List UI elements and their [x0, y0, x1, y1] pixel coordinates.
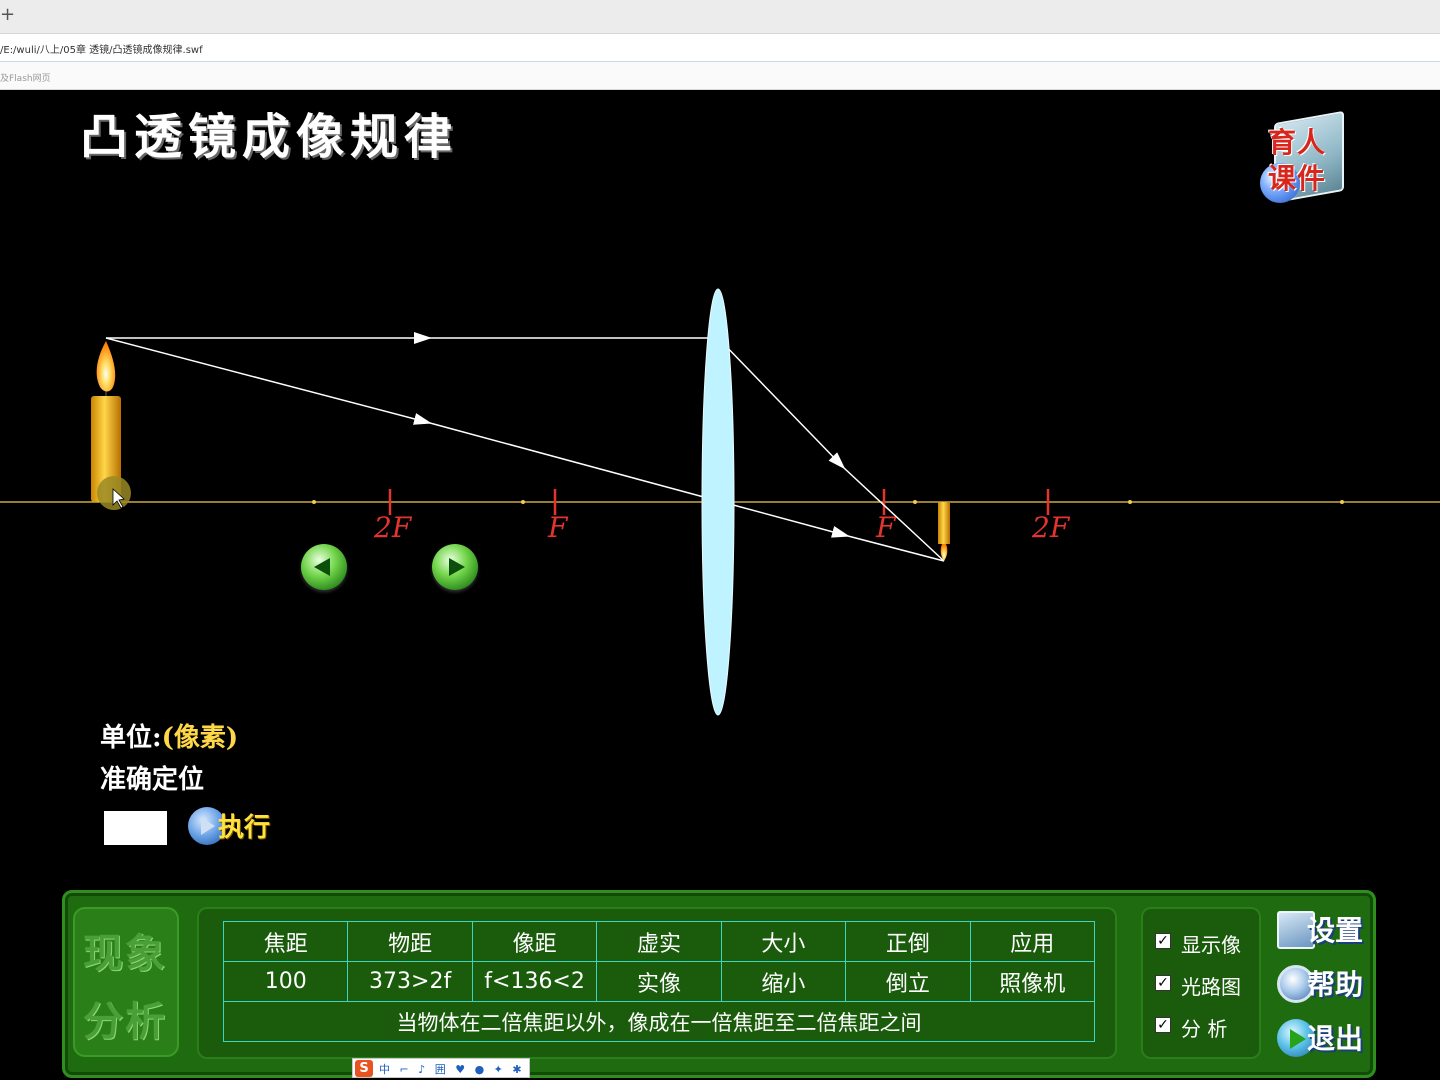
value-application: 照像机	[969, 961, 1096, 1002]
value-real-virtual: 实像	[596, 961, 722, 1002]
note-row: 当物体在二倍焦距以外，像成在一倍焦距至二倍焦距之间	[223, 1001, 1095, 1042]
ime-toolbar-icons[interactable]: 中 ⌐ ♪ 囲 ♥ ● ✦ ✱	[379, 1061, 525, 1077]
left-2f-label: 2F	[373, 511, 413, 544]
value-image-distance: f<136<2	[471, 961, 598, 1002]
center-ray	[429, 422, 850, 538]
header-orientation: 正倒	[845, 921, 971, 962]
analysis-panel: 现象 分析 焦距 物距 像距 虚实 大小 正倒 应用 100 373>2f f<…	[62, 890, 1376, 1078]
address-url[interactable]: /E:/wuli/八上/05章 透镜/凸透镜成像规律.swf	[0, 41, 203, 56]
left-arrow-icon	[314, 558, 330, 576]
move-left-button[interactable]	[301, 544, 347, 590]
page-title: 凸透镜成像规律	[80, 109, 459, 165]
checkbox-show-image[interactable]: ✓	[1155, 933, 1171, 949]
center-ray-arrow	[105, 337, 432, 425]
right-2f-label: 2F	[1031, 511, 1071, 544]
header-focal-length: 焦距	[222, 921, 349, 962]
precise-position-label: 准确定位	[100, 765, 205, 795]
header-image-distance: 像距	[471, 921, 598, 962]
refracted-ray	[843, 467, 945, 562]
phenomenon-analysis-label: 现象 分析	[73, 907, 179, 1057]
ray-diagram	[105, 332, 945, 562]
header-object-distance: 物距	[347, 921, 473, 962]
position-input[interactable]	[104, 811, 167, 845]
bookmark-item[interactable]: 及Flash网页	[0, 71, 51, 84]
value-size: 缩小	[720, 961, 847, 1002]
analysis-note: 当物体在二倍焦距以外，像成在一倍焦距至二倍焦距之间	[223, 1001, 1095, 1042]
settings-label: 设置	[1307, 914, 1364, 947]
header-row: 焦距 物距 像距 虚实 大小 正倒 应用	[222, 921, 1096, 962]
value-row: 100 373>2f f<136<2 实像 缩小 倒立 照像机	[222, 961, 1096, 1002]
right-arrow-icon	[449, 558, 465, 576]
sogou-icon[interactable]: S	[355, 1060, 373, 1077]
logo-text-2: 课件	[1268, 162, 1327, 195]
refracted-ray-arrow	[717, 337, 846, 470]
unit-value: (像素)	[161, 723, 239, 753]
unit-row: 单位:(像素)	[100, 717, 238, 754]
checkbox-ray-diagram[interactable]: ✓	[1155, 975, 1171, 991]
candle-object	[91, 341, 131, 510]
header-application: 应用	[969, 921, 1096, 962]
option-analysis-label: 分 析	[1181, 1017, 1228, 1041]
header-size: 大小	[720, 921, 847, 962]
execute-button[interactable]: 执行	[188, 805, 288, 849]
ime-toolbar[interactable]: S 中 ⌐ ♪ 囲 ♥ ● ✦ ✱	[352, 1058, 530, 1078]
phenomenon-label-line1: 现象	[83, 930, 167, 977]
value-orientation: 倒立	[845, 961, 971, 1002]
header-real-virtual: 虚实	[596, 921, 722, 962]
analysis-table-frame: 焦距 物距 像距 虚实 大小 正倒 应用 100 373>2f f<136<2 …	[197, 907, 1117, 1059]
help-label: 帮助	[1307, 968, 1364, 1001]
option-ray-diagram-label: 光路图	[1181, 975, 1241, 999]
exit-label: 退出	[1307, 1022, 1364, 1055]
browser-tab-bar: +	[0, 0, 1440, 34]
flash-stage: 2F F F 2F 凸透镜成像规律 育人 课件 单位:(像素) 准确定位 执行 …	[0, 91, 1440, 1080]
unit-label: 单位:	[100, 723, 162, 753]
right-f-label: F	[875, 511, 897, 544]
publisher-logo: 育人 课件	[1258, 110, 1350, 209]
exit-button[interactable]: 退出	[1277, 1013, 1373, 1061]
execute-label: 执行	[218, 813, 271, 843]
move-right-button[interactable]	[432, 544, 478, 590]
convex-lens	[701, 288, 735, 716]
option-show-image-label: 显示像	[1181, 933, 1241, 957]
display-options: ✓ 显示像 ✓ 光路图 ✓ 分 析	[1141, 907, 1261, 1059]
analysis-table: 焦距 物距 像距 虚实 大小 正倒 应用 100 373>2f f<136<2 …	[222, 921, 1096, 1042]
help-button[interactable]: 帮助	[1277, 959, 1373, 1007]
new-tab-icon[interactable]: +	[0, 4, 15, 25]
value-object-distance: 373>2f	[347, 961, 473, 1002]
inverted-image	[938, 502, 950, 561]
address-bar[interactable]: /E:/wuli/八上/05章 透镜/凸透镜成像规律.swf	[0, 34, 1440, 62]
logo-text-1: 育人	[1268, 126, 1327, 159]
bookmark-bar: 及Flash网页	[0, 62, 1440, 90]
value-focal-length: 100	[222, 961, 349, 1002]
settings-button[interactable]: 设置	[1277, 905, 1373, 953]
left-f-label: F	[547, 511, 569, 544]
checkbox-analysis[interactable]: ✓	[1155, 1017, 1171, 1033]
phenomenon-label-line2: 分析	[83, 998, 167, 1045]
